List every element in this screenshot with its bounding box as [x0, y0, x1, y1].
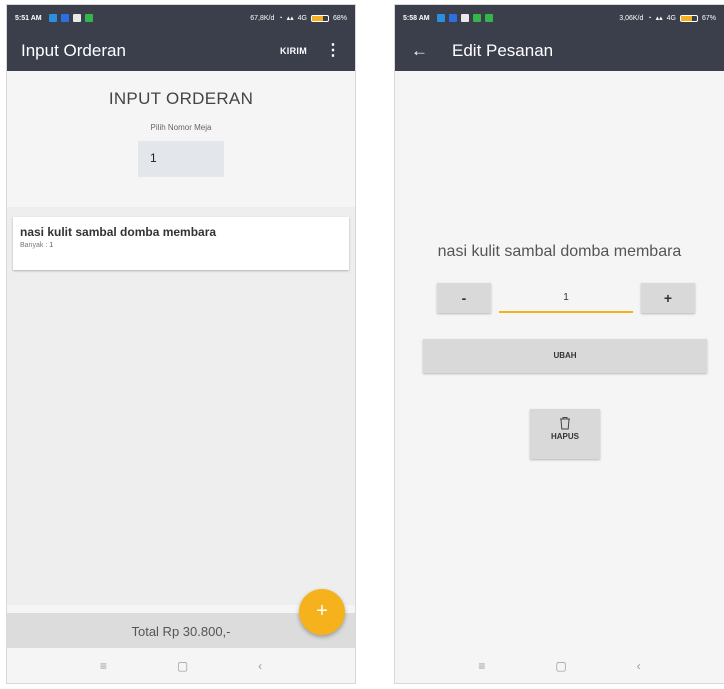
delete-button[interactable]: HAPUS — [530, 409, 600, 459]
status-speed: 67,8K/d — [250, 14, 275, 22]
update-button[interactable]: UBAH — [423, 339, 707, 373]
app-bar: ← Edit Pesanan — [395, 31, 724, 71]
increment-button[interactable]: + — [641, 283, 695, 313]
send-button[interactable]: KIRIM — [280, 46, 307, 56]
status-time: 5:51 AM — [15, 14, 42, 22]
app-bar: Input Orderan KIRIM ⋮ — [7, 31, 355, 71]
arrow-left-icon[interactable]: ← — [411, 41, 428, 61]
status-battery: 67% — [701, 14, 716, 22]
back-icon[interactable]: ‹ — [258, 659, 262, 673]
quantity-separator: : — [45, 242, 48, 249]
notification-icon — [72, 14, 81, 22]
edit-body: nasi kulit sambal domba membara - 1 + UB… — [395, 71, 724, 651]
quantity-stepper: - 1 + — [437, 283, 695, 313]
status-bar: 5:51 AM 67,8K/d ◔ ▴▴ 4G 68% — [7, 5, 355, 31]
table-number-field[interactable]: 1 — [138, 141, 224, 177]
back-icon[interactable]: ‹ — [637, 659, 641, 673]
list-item[interactable]: nasi kulit sambal domba membara Banyak :… — [13, 217, 349, 270]
status-bar: 5:58 AM 3,06K/d ◔ ▴▴ 4G 67% — [395, 5, 724, 31]
delete-label: HAPUS — [550, 432, 579, 441]
order-list: nasi kulit sambal domba membara Banyak :… — [7, 207, 355, 605]
system-nav-bar: ≡ ▢ ‹ — [7, 648, 355, 683]
quantity-input[interactable]: 1 — [499, 283, 633, 313]
notification-icon — [84, 14, 93, 22]
battery-icon — [679, 14, 698, 22]
notification-icon — [472, 14, 481, 22]
input-order-screen: 5:51 AM 67,8K/d ◔ ▴▴ 4G 68% Input Ordera… — [6, 4, 356, 684]
home-icon[interactable]: ▢ — [177, 659, 188, 673]
signal-icon: ▴▴ — [655, 15, 663, 22]
plus-icon[interactable]: + — [299, 589, 345, 635]
notification-icon — [60, 14, 69, 22]
more-vert-icon[interactable]: ⋮ — [325, 43, 341, 59]
notification-icon — [436, 14, 445, 22]
status-speed: 3,06K/d — [619, 14, 644, 22]
battery-icon — [310, 14, 329, 22]
home-icon[interactable]: ▢ — [555, 659, 566, 673]
item-name: nasi kulit sambal domba membara — [20, 225, 217, 239]
quantity-label: Banyak — [20, 242, 44, 249]
item-name: nasi kulit sambal domba membara — [437, 243, 682, 260]
quantity-value: 1 — [49, 242, 54, 249]
notification-icon — [48, 14, 57, 22]
wifi-icon: ◔ — [278, 14, 283, 22]
status-battery: 68% — [332, 14, 347, 22]
status-network: 4G — [297, 14, 307, 22]
screen-title: Edit Pesanan — [452, 41, 554, 60]
trash-icon — [560, 417, 570, 430]
wifi-icon: ◔ — [647, 14, 652, 22]
decrement-button[interactable]: - — [437, 283, 491, 313]
notification-icon — [460, 14, 469, 22]
system-nav-bar: ≡ ▢ ‹ — [395, 648, 724, 683]
menu-icon[interactable]: ≡ — [478, 659, 485, 673]
status-network: 4G — [666, 14, 676, 22]
status-time: 5:58 AM — [403, 14, 430, 22]
edit-order-screen: 5:58 AM 3,06K/d ◔ ▴▴ 4G 67% ← Edit Pesan… — [394, 4, 724, 684]
screen-title: Input Orderan — [21, 41, 126, 60]
notification-icon — [484, 14, 493, 22]
signal-icon: ▴▴ — [286, 15, 294, 22]
menu-icon[interactable]: ≡ — [100, 659, 107, 673]
notification-icon — [448, 14, 457, 22]
item-quantity: Banyak : 1 — [20, 242, 342, 249]
table-number-label: Pilih Nomor Meja — [150, 123, 212, 132]
order-header: INPUT ORDERAN Pilih Nomor Meja 1 — [7, 71, 355, 207]
page-title: INPUT ORDERAN — [108, 89, 254, 108]
